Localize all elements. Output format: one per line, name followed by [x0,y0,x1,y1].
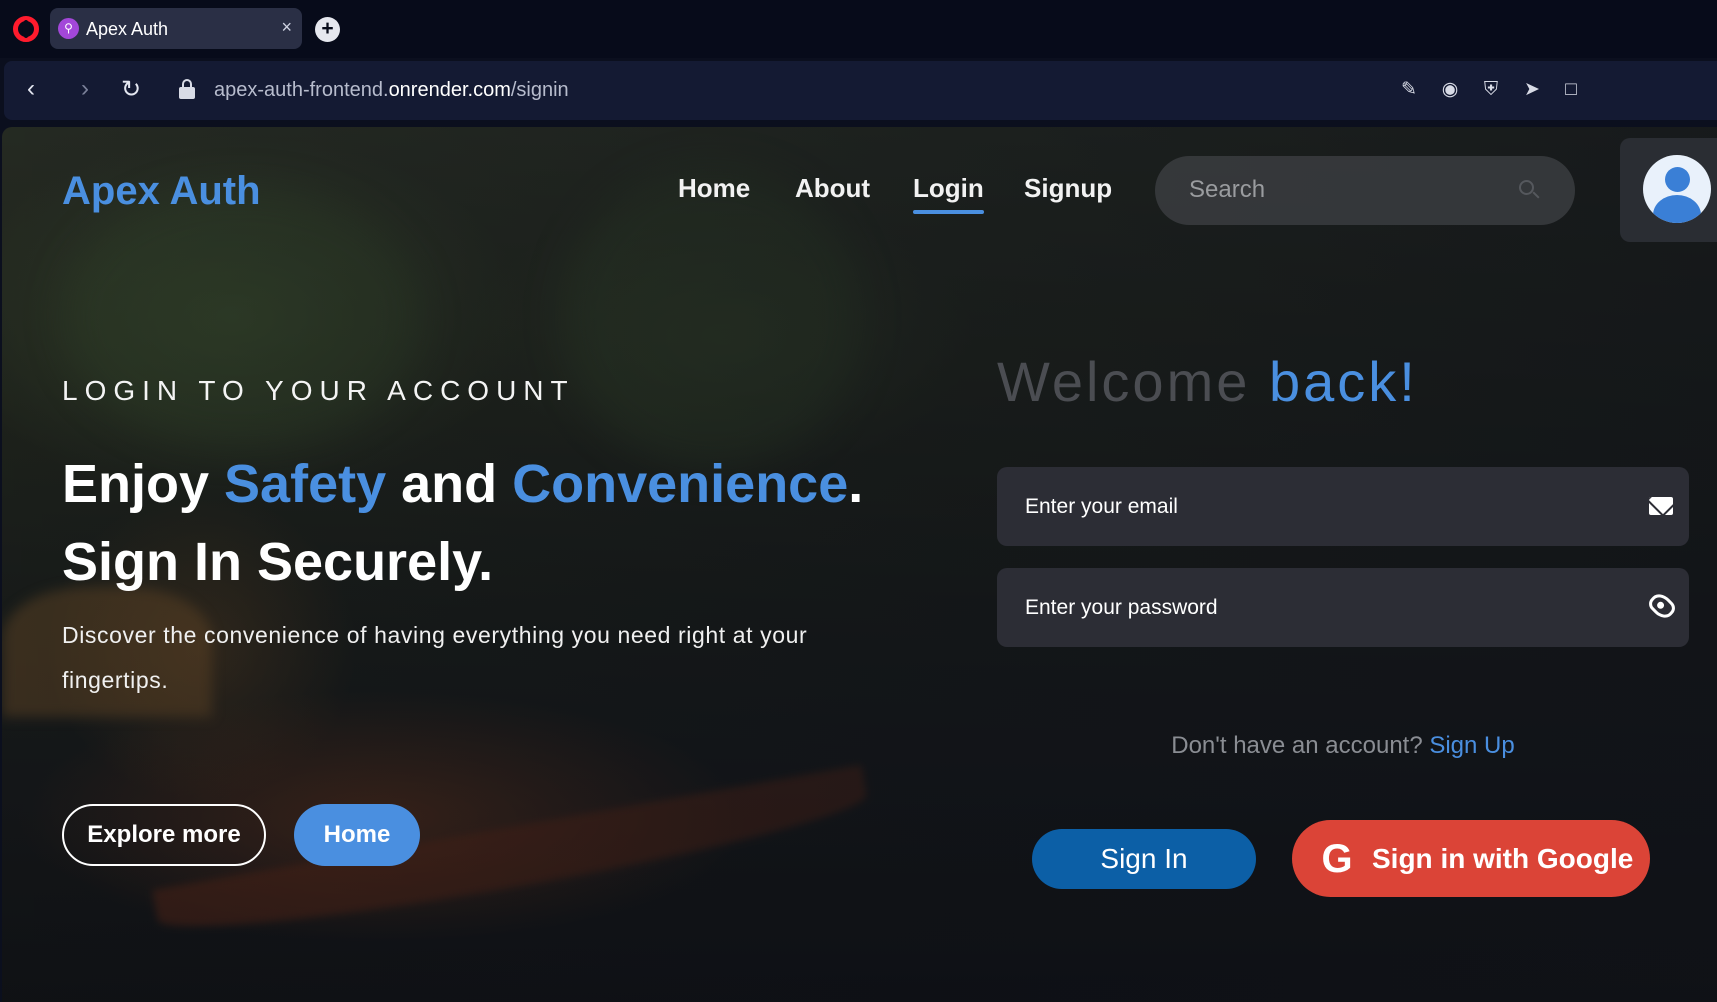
nav-home[interactable]: Home [678,173,750,204]
browser-tab[interactable]: ⚲ Apex Auth × [50,8,302,49]
welcome-heading: Welcome back! [997,350,1418,413]
browser-tab-bar: ⚲ Apex Auth × + [0,0,1717,58]
hero-eyebrow: LOGIN TO YOUR ACCOUNT [62,375,575,406]
google-sign-in-label: Sign in with Google [1372,842,1634,874]
site-logo[interactable]: Apex Auth [62,169,261,214]
show-password-icon[interactable] [1645,589,1679,623]
shield-icon[interactable]: ⛨ [1479,78,1503,102]
search-icon[interactable] [1519,180,1540,200]
sign-in-button[interactable]: Sign In [1032,829,1256,889]
close-icon[interactable]: × [281,17,292,38]
url-field[interactable]: apex-auth-frontend.onrender.com/signin [214,79,569,102]
camera-icon[interactable]: ◉ [1438,78,1462,102]
address-bar: ‹ › ↻ apex-auth-frontend.onrender.com/si… [4,61,1717,120]
page-viewport: Apex Auth Home About Login Signup LOGIN … [2,127,1717,1002]
hero-description: Discover the convenience of having every… [62,622,808,693]
search-bar [1155,156,1575,225]
search-input[interactable] [1189,174,1489,206]
send-icon[interactable]: ➤ [1520,78,1544,102]
password-field-wrapper [997,568,1689,647]
nav-about[interactable]: About [795,173,870,204]
email-field-wrapper [997,467,1689,546]
email-field[interactable] [1025,491,1605,523]
wallet-icon[interactable]: □ [1559,78,1583,102]
profile-panel [1620,138,1717,242]
nav-login[interactable]: Login [913,173,984,214]
forward-icon[interactable]: › [70,75,100,103]
envelope-icon [1649,497,1673,515]
lock-icon[interactable] [179,79,195,99]
signup-prompt: Don't have an account? Sign Up [1171,732,1515,759]
explore-more-button[interactable]: Explore more [62,804,266,866]
signup-link[interactable]: Sign Up [1429,732,1514,759]
password-field[interactable] [1025,592,1605,624]
nav-signup[interactable]: Signup [1024,173,1112,204]
google-icon: G [1321,837,1353,881]
back-icon[interactable]: ‹ [16,75,46,103]
tab-title: Apex Auth [86,19,169,39]
new-tab-button[interactable]: + [315,17,340,42]
opera-logo-icon[interactable] [13,16,39,42]
key-icon: ⚲ [58,18,79,39]
hero-headline: Enjoy Safety and Convenience. Sign In Se… [62,454,864,592]
avatar[interactable] [1643,155,1711,223]
google-sign-in-button[interactable]: G Sign in with Google [1292,820,1650,897]
reload-icon[interactable]: ↻ [116,75,146,104]
edit-icon[interactable]: ✎ [1397,78,1421,102]
home-button[interactable]: Home [294,804,420,866]
